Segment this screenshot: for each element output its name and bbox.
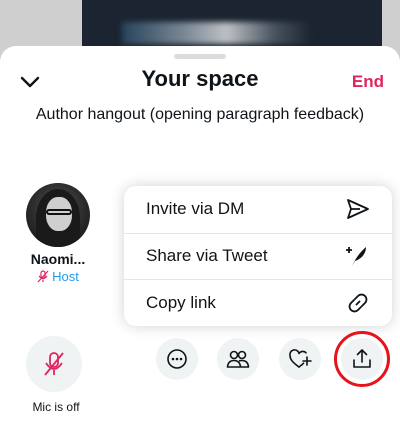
participant-role: Host: [22, 269, 94, 284]
share-button[interactable]: [341, 338, 383, 380]
share-via-tweet-item[interactable]: Share via Tweet: [124, 232, 392, 280]
space-subtitle: Author hangout (opening paragraph feedba…: [35, 106, 365, 123]
participants-button[interactable]: [217, 338, 259, 380]
menu-item-label: Copy link: [146, 292, 216, 312]
link-icon: [348, 293, 368, 313]
send-icon: [347, 199, 369, 220]
mic-control: Mic is off: [26, 336, 82, 414]
react-button[interactable]: [279, 338, 321, 380]
mic-off-icon: [44, 352, 64, 376]
menu-item-label: Share via Tweet: [146, 246, 268, 266]
participant-name: Naomi...: [30, 251, 86, 267]
more-icon: [167, 349, 187, 369]
menu-item-label: Invite via DM: [146, 199, 245, 219]
people-icon: [226, 350, 250, 368]
invite-via-dm-item[interactable]: Invite via DM: [124, 186, 392, 233]
page-title: Your space: [141, 66, 259, 91]
mic-off-icon: [37, 270, 49, 283]
participant-host[interactable]: Naomi... Host: [22, 183, 94, 284]
blurred-content: [122, 22, 312, 44]
role-label: Host: [52, 269, 79, 284]
share-icon: [353, 349, 371, 368]
mic-status-label: Mic is off: [32, 400, 80, 414]
more-button[interactable]: [156, 338, 198, 380]
mic-toggle-button[interactable]: [26, 336, 82, 392]
space-sheet: Your space End Author hangout (opening p…: [0, 46, 400, 438]
end-space-button[interactable]: End: [352, 72, 384, 92]
compose-tweet-icon: [346, 247, 366, 267]
avatar: [26, 183, 90, 247]
heart-plus-icon: [289, 349, 312, 368]
copy-link-item[interactable]: Copy link: [124, 279, 392, 326]
share-menu: Invite via DM Share via Tweet Copy link: [124, 186, 392, 326]
sheet-grabber[interactable]: [174, 54, 226, 59]
